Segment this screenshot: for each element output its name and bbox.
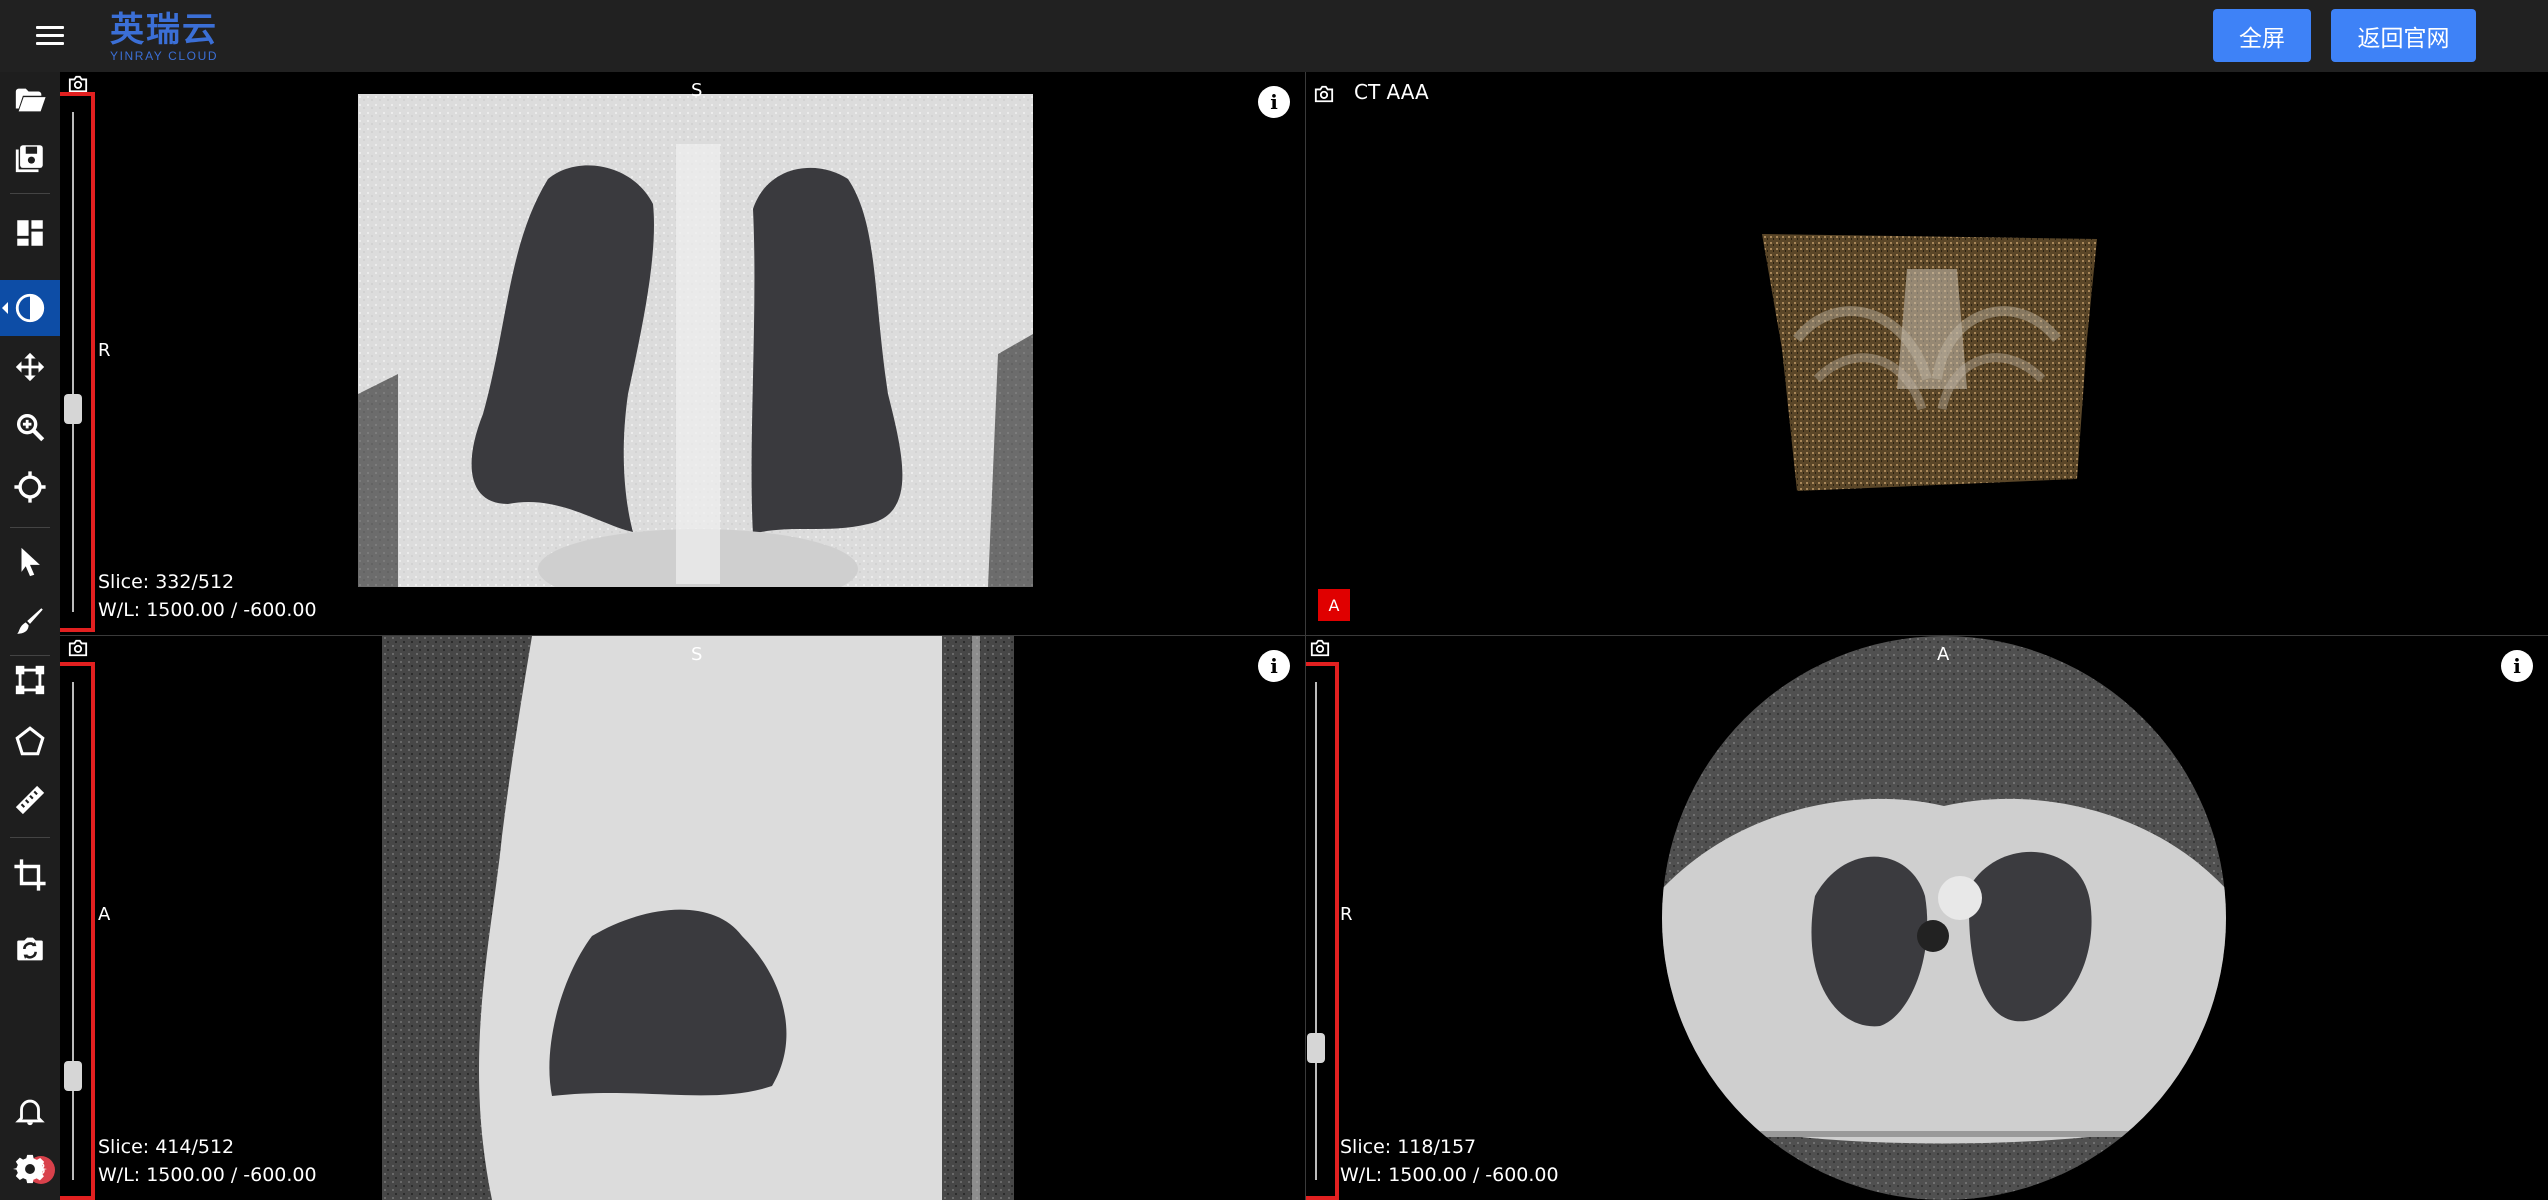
slider-thumb[interactable]: [64, 1061, 82, 1092]
info-icon[interactable]: i: [2501, 650, 2533, 682]
camera-rotate-icon[interactable]: [0, 921, 60, 977]
app-header: 英瑞云 YINRAY CLOUD 全屏 返回官网: [0, 0, 2548, 72]
slider-thumb[interactable]: [1307, 1033, 1325, 1063]
folder-open-icon[interactable]: [0, 72, 60, 128]
orientation-marker-top: S: [691, 644, 703, 665]
slider-track[interactable]: [1315, 682, 1317, 1180]
logo-text: 英瑞云: [110, 11, 218, 49]
viewport-title: CT AAA: [1354, 80, 1429, 104]
window-level: W/L: 1500.00 / -600.00: [98, 599, 317, 621]
window-level: W/L: 1500.00 / -600.00: [98, 1164, 317, 1186]
zoom-icon[interactable]: [0, 399, 60, 455]
slice-slider[interactable]: [1306, 662, 1339, 1200]
viewport-divider-horizontal[interactable]: [60, 635, 2548, 636]
orientation-marker-side: R: [98, 340, 111, 361]
window-level: W/L: 1500.00 / -600.00: [1340, 1164, 1559, 1186]
axial-ct-image[interactable]: [1660, 636, 2228, 1200]
slider-track[interactable]: [72, 112, 74, 612]
viewport-sagittal[interactable]: S A Slice: 414/512 W/L: 1500.00 / -600.0…: [60, 636, 1305, 1200]
brush-icon[interactable]: [0, 593, 60, 649]
contrast-icon[interactable]: [0, 280, 60, 336]
slice-info: Slice: 118/157 W/L: 1500.00 / -600.00: [1340, 1133, 1559, 1189]
save-icon[interactable]: [0, 130, 60, 186]
fullscreen-button[interactable]: 全屏: [2213, 9, 2311, 62]
slice-info: Slice: 414/512 W/L: 1500.00 / -600.00: [98, 1133, 317, 1189]
viewport-axial[interactable]: A R Slice: 118/157 W/L: 1500.00 / -600.0…: [1306, 636, 2548, 1200]
viewport-3d-volume[interactable]: CT AAA A: [1306, 72, 2548, 635]
app-logo[interactable]: 英瑞云 YINRAY CLOUD: [110, 10, 218, 62]
ruler-icon[interactable]: [0, 772, 60, 828]
viewport-coronal[interactable]: S R Slice: 332/512 W/L: 1500.00 / -600.0…: [60, 72, 1305, 635]
crosshair-icon[interactable]: [0, 459, 60, 515]
polygon-icon[interactable]: [0, 713, 60, 769]
back-to-website-button[interactable]: 返回官网: [2331, 9, 2476, 62]
slice-slider[interactable]: [60, 92, 95, 632]
bounding-box-icon[interactable]: [0, 652, 60, 708]
left-toolbar: 3: [0, 72, 60, 1200]
orientation-marker-top: S: [691, 80, 703, 101]
sagittal-ct-image[interactable]: [382, 636, 1014, 1200]
move-icon[interactable]: [0, 339, 60, 395]
volume-render-image[interactable]: [1757, 229, 2102, 491]
slider-thumb[interactable]: [64, 394, 82, 424]
camera-icon[interactable]: [1313, 84, 1335, 104]
camera-icon[interactable]: [67, 74, 89, 94]
orientation-marker-side: A: [98, 904, 111, 925]
layout-icon[interactable]: [0, 205, 60, 261]
hamburger-menu-icon[interactable]: [30, 18, 70, 54]
info-icon[interactable]: i: [1258, 650, 1290, 682]
crop-icon[interactable]: [0, 847, 60, 903]
slice-number: Slice: 414/512: [98, 1136, 235, 1158]
slider-track[interactable]: [72, 682, 74, 1180]
info-icon[interactable]: i: [1258, 86, 1290, 118]
gear-icon[interactable]: [0, 1141, 60, 1197]
viewport-divider-vertical[interactable]: [1305, 72, 1306, 1200]
orientation-marker-top: A: [1937, 644, 1950, 665]
slice-number: Slice: 332/512: [98, 571, 235, 593]
logo-subtext: YINRAY CLOUD: [110, 49, 219, 63]
coronal-ct-image[interactable]: [358, 94, 1033, 587]
slice-slider[interactable]: [60, 662, 95, 1200]
slice-info: Slice: 332/512 W/L: 1500.00 / -600.00: [98, 568, 317, 624]
bell-icon[interactable]: [0, 1083, 60, 1139]
slice-number: Slice: 118/157: [1340, 1136, 1477, 1158]
camera-icon[interactable]: [1309, 638, 1331, 658]
pointer-icon[interactable]: [0, 534, 60, 590]
camera-icon[interactable]: [67, 638, 89, 658]
orientation-marker-button[interactable]: A: [1318, 589, 1350, 621]
orientation-marker-side: R: [1340, 904, 1353, 925]
